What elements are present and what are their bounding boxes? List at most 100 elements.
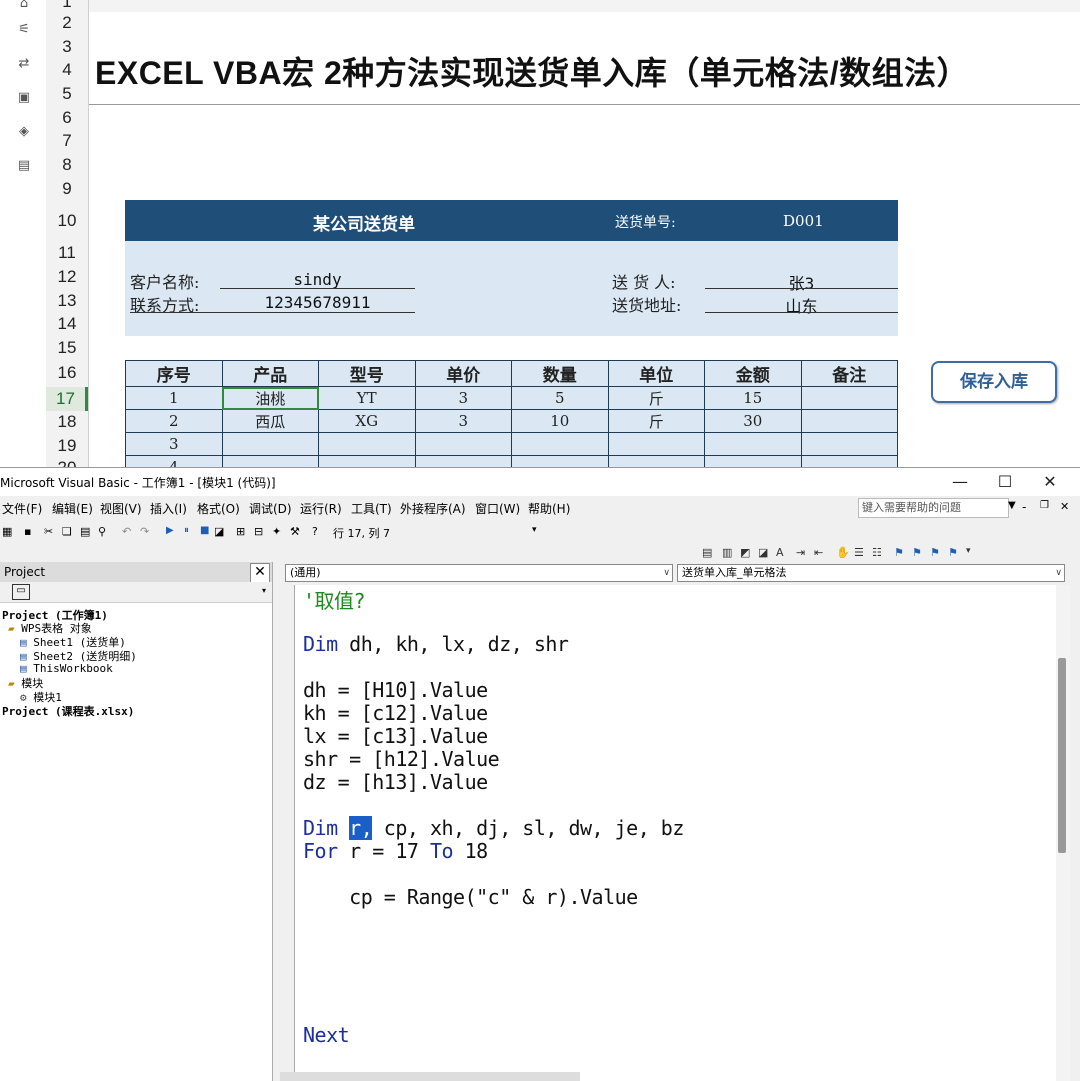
menu-addins[interactable]: 外接程序(A) — [400, 500, 466, 517]
project-explorer-icon[interactable]: ⊞ — [236, 525, 245, 538]
toolbar2-options-icon[interactable]: ▾ — [966, 546, 971, 556]
table-cell[interactable] — [414, 432, 512, 456]
menu-debug[interactable]: 调试(D) — [249, 500, 292, 517]
row-header[interactable]: 2 — [46, 13, 88, 33]
table-cell[interactable]: 斤 — [607, 409, 705, 433]
col-header[interactable]: 序号 — [125, 360, 223, 387]
row-header[interactable]: 11 — [46, 243, 88, 263]
table-cell[interactable]: 1 — [125, 386, 223, 410]
order-no-value[interactable]: D001 — [783, 212, 824, 230]
pause-icon[interactable]: ⏸ — [184, 525, 189, 536]
help-icon[interactable]: ? — [312, 525, 318, 538]
uncomment-block-icon[interactable]: ☷ — [872, 546, 882, 559]
paste-icon[interactable]: ▤ — [80, 525, 90, 538]
parameter-info-icon[interactable]: ◪ — [758, 546, 768, 559]
col-header[interactable]: 型号 — [318, 360, 416, 387]
find-icon[interactable]: ⚲ — [98, 525, 106, 538]
clear-bookmarks-icon[interactable]: ⚑ — [948, 546, 958, 559]
filter-settings-icon[interactable]: ⚟ — [14, 20, 34, 40]
table-cell[interactable]: YT — [318, 386, 416, 410]
table-cell[interactable]: 30 — [704, 409, 802, 433]
selected-text[interactable]: r, — [349, 816, 373, 840]
row-header[interactable]: 1 — [46, 0, 88, 12]
copy-icon[interactable]: ❏ — [62, 525, 72, 538]
table-cell[interactable]: 3 — [414, 409, 512, 433]
toggle-folders-icon[interactable]: ▭ — [12, 584, 30, 600]
row-header[interactable]: 18 — [46, 412, 88, 432]
close-project-panel-icon[interactable]: ✕ — [250, 563, 270, 583]
row-header[interactable]: 12 — [46, 267, 88, 287]
menu-edit[interactable]: 编辑(E) — [52, 500, 93, 517]
table-cell[interactable] — [800, 386, 898, 410]
row-header[interactable]: 9 — [46, 179, 88, 199]
bookmark-icon[interactable]: ⚑ — [894, 546, 904, 559]
list-properties-icon[interactable]: ▤ — [702, 546, 712, 559]
table-cell[interactable]: 2 — [125, 409, 223, 433]
save-icon[interactable]: ▪ — [24, 525, 31, 538]
menu-window[interactable]: 窗口(W) — [475, 500, 520, 517]
row-header[interactable]: 7 — [46, 131, 88, 151]
next-bookmark-icon[interactable]: ⚑ — [912, 546, 922, 559]
tools-dropdown-icon[interactable]: ▾ — [262, 586, 266, 595]
outdent-icon[interactable]: ⇤ — [814, 546, 823, 559]
menu-view[interactable]: 视图(V) — [100, 500, 142, 517]
tool-icon[interactable]: ⌂ — [14, 0, 34, 14]
transfer-icon[interactable]: ⇄ — [14, 54, 34, 74]
design-mode-icon[interactable]: ◪ — [214, 525, 224, 538]
table-cell[interactable] — [704, 432, 802, 456]
table-cell[interactable]: XG — [318, 409, 416, 433]
menu-format[interactable]: 格式(O) — [197, 500, 240, 517]
row-header[interactable]: 14 — [46, 314, 88, 334]
row-header[interactable]: 3 — [46, 37, 88, 57]
properties-icon[interactable]: ⊟ — [254, 525, 263, 538]
table-cell[interactable] — [318, 432, 416, 456]
redo-icon[interactable]: ↷ — [140, 525, 149, 538]
table-cell[interactable]: 10 — [511, 409, 609, 433]
table-cell[interactable]: 15 — [704, 386, 802, 410]
row-header[interactable]: 5 — [46, 84, 88, 104]
complete-word-icon[interactable]: A — [776, 546, 784, 559]
row-header[interactable]: 8 — [46, 155, 88, 175]
undo-icon[interactable]: ↶ — [122, 525, 131, 538]
row-header[interactable]: 6 — [46, 108, 88, 128]
menu-help[interactable]: 帮助(H) — [528, 500, 570, 517]
row-header[interactable]: 19 — [46, 436, 88, 456]
cut-icon[interactable]: ✂ — [44, 525, 53, 538]
help-search-input[interactable]: 键入需要帮助的问题 — [858, 498, 1009, 518]
close-icon[interactable]: ✕ — [1030, 470, 1070, 494]
image-icon[interactable]: ▣ — [14, 88, 34, 108]
help-dropdown-icon[interactable]: ▼ — [1008, 500, 1016, 511]
reset-icon[interactable]: ■ — [200, 525, 209, 536]
view-excel-icon[interactable]: ▦ — [2, 525, 12, 538]
maximize-icon[interactable]: ☐ — [985, 470, 1025, 494]
tree-project-schedule[interactable]: Project (课程表.xlsx) — [2, 703, 134, 719]
table-cell[interactable]: 3 — [125, 432, 223, 456]
book-search-icon[interactable]: ▤ — [14, 156, 34, 176]
col-header[interactable]: 单位 — [607, 360, 705, 387]
customer-value[interactable]: sindy — [220, 270, 415, 289]
table-cell[interactable] — [511, 432, 609, 456]
table-cell[interactable] — [221, 432, 319, 456]
menu-insert[interactable]: 插入(I) — [150, 500, 187, 517]
object-combo[interactable]: (通用) ∨ — [285, 564, 673, 582]
menu-run[interactable]: 运行(R) — [300, 500, 342, 517]
indent-icon[interactable]: ⇥ — [796, 546, 805, 559]
col-header[interactable]: 备注 — [800, 360, 898, 387]
col-header[interactable]: 产品 — [221, 360, 319, 387]
sender-value[interactable]: 张3 — [705, 270, 898, 294]
selected-cell[interactable]: 油桃 — [221, 386, 319, 410]
prev-bookmark-icon[interactable]: ⚑ — [930, 546, 940, 559]
breakpoint-icon[interactable]: ✋ — [836, 546, 850, 559]
code-editor[interactable]: '取值? Dim dh, kh, lx, dz, shr dh = [H10].… — [294, 585, 1059, 1081]
table-cell[interactable] — [607, 432, 705, 456]
doc-restore-icon[interactable]: ❐ — [1040, 500, 1049, 511]
col-header[interactable]: 单价 — [414, 360, 512, 387]
row-header[interactable]: 13 — [46, 291, 88, 311]
quick-info-icon[interactable]: ◩ — [740, 546, 750, 559]
row-header-active[interactable]: 17 — [46, 387, 88, 411]
toolbox-icon[interactable]: ⚒ — [290, 525, 300, 538]
procedure-combo[interactable]: 送货单入库_单元格法 ∨ — [677, 564, 1065, 582]
menu-file[interactable]: 文件(F) — [2, 500, 42, 517]
list-constants-icon[interactable]: ▥ — [722, 546, 732, 559]
table-cell[interactable]: 西瓜 — [221, 409, 319, 433]
